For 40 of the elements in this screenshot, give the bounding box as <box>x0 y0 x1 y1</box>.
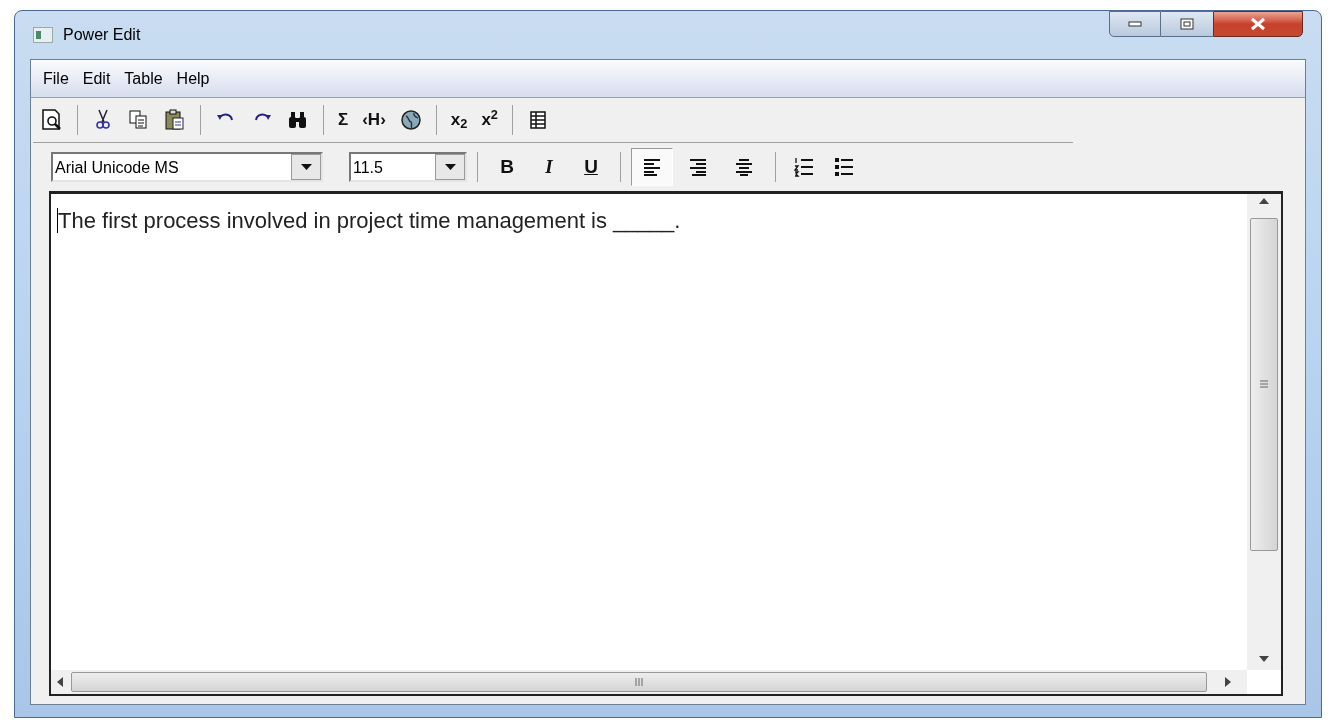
dropdown-caret-icon[interactable] <box>300 164 312 170</box>
vertical-scrollbar[interactable] <box>1247 194 1281 670</box>
horizontal-scrollbar[interactable] <box>51 670 1247 694</box>
toolbar-button[interactable]: x$^{2}$ <box>475 105 504 135</box>
align-button[interactable] <box>631 148 673 186</box>
scroll-right-icon[interactable] <box>1225 677 1231 687</box>
menu-item[interactable]: Table <box>118 66 169 91</box>
maximize-icon <box>1180 18 1194 30</box>
bold-button[interactable]: B <box>488 152 526 182</box>
dropdown-caret-icon[interactable] <box>444 164 456 170</box>
toolbar-button[interactable]: x$_{2}$ <box>444 105 474 135</box>
document-text: The first process involved in project time management is _____. <box>57 208 681 233</box>
app-icon <box>33 27 53 43</box>
size-dropdown[interactable]: 11.5 <box>349 152 467 182</box>
scroll-down-icon[interactable] <box>1259 656 1269 662</box>
close-icon <box>1250 17 1266 31</box>
globe-icon[interactable] <box>398 108 423 132</box>
menu-item[interactable]: Help <box>170 66 216 91</box>
grip-icon <box>634 678 644 686</box>
close-button[interactable] <box>1213 11 1303 37</box>
minimize-button[interactable] <box>1109 11 1161 37</box>
menu-item[interactable]: File <box>37 66 75 91</box>
toolbar-button[interactable]: ‹H› <box>356 105 392 135</box>
numbered-list-icon[interactable] <box>792 155 816 179</box>
scroll-up-icon[interactable] <box>1259 198 1269 204</box>
window-title: Power Edit <box>63 25 141 45</box>
maximize-button[interactable] <box>1161 11 1213 37</box>
scroll-thumb[interactable] <box>71 672 1207 692</box>
italic-button[interactable]: I <box>530 152 568 182</box>
menu-item[interactable]: Edit <box>76 66 117 91</box>
paste-icon[interactable] <box>163 108 187 132</box>
toolbar-button[interactable]: Σ <box>332 105 355 135</box>
underline-button[interactable]: U <box>572 152 610 182</box>
editor-area[interactable]: The first process involved in project time management is _____. <box>49 191 1283 696</box>
font-dropdown[interactable]: Arial Unicode MS <box>51 152 323 182</box>
minimize-icon <box>1128 21 1142 27</box>
bulleted-list-icon[interactable] <box>832 155 856 179</box>
scroll-left-icon[interactable] <box>57 677 63 687</box>
scroll-thumb[interactable] <box>1250 218 1278 551</box>
grip-icon <box>1260 380 1268 389</box>
